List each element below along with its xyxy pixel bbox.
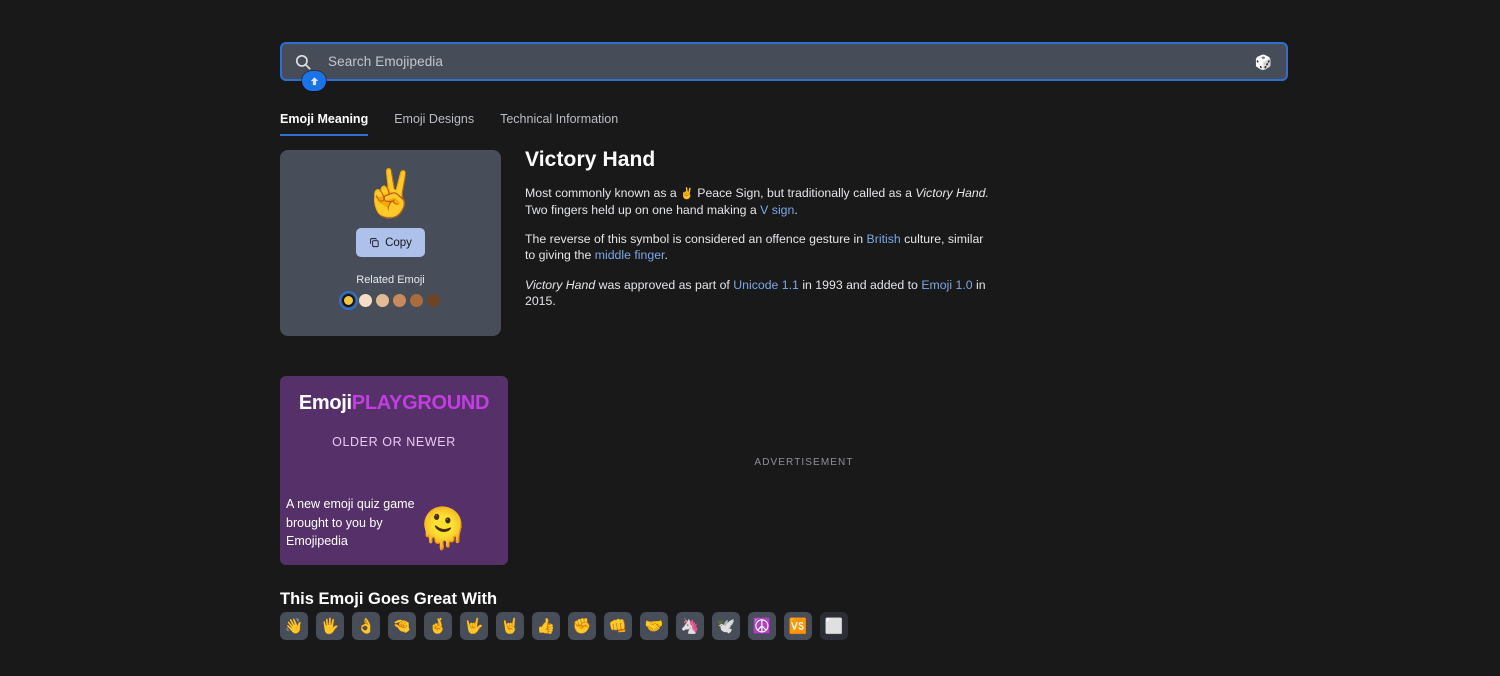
- copy-button[interactable]: Copy: [356, 228, 425, 257]
- inline-victory-hand-emoji: ✌️: [680, 188, 694, 200]
- skin-tone-swatch-light[interactable]: [358, 294, 372, 307]
- dove-emoji[interactable]: 🕊️: [712, 612, 740, 640]
- tab-bar: Emoji Meaning Emoji Designs Technical In…: [280, 110, 644, 136]
- article-paragraph-1: Most commonly known as a ✌️ Peace Sign, …: [525, 185, 995, 218]
- para3-text-b: in 1993 and added to: [798, 277, 922, 292]
- playground-body: A new emoji quiz game brought to you by …: [286, 495, 502, 551]
- victory-hand-emoji: ✌️: [361, 167, 420, 219]
- playground-logo-playground: PLAYGROUND: [351, 392, 490, 414]
- link-v-sign[interactable]: V sign: [760, 203, 794, 217]
- para1-text-b: Peace Sign, but traditionally called as …: [693, 186, 916, 200]
- para1-text-c: Two fingers held up on one hand making a: [525, 202, 761, 217]
- search-bar[interactable]: 🎲: [280, 42, 1288, 81]
- para3-text-a: was approved as part of: [595, 277, 734, 292]
- para2-text-a: The reverse of this symbol is considered…: [525, 231, 867, 246]
- tab-emoji-designs[interactable]: Emoji Designs: [394, 110, 474, 136]
- copy-button-label: Copy: [385, 236, 412, 249]
- copy-icon: [369, 237, 380, 248]
- skin-tone-swatch-medium-dark[interactable]: [409, 294, 423, 307]
- emoji-playground-banner[interactable]: EmojiPLAYGROUND OLDER OR NEWER A new emo…: [280, 376, 508, 565]
- para1-text-d: .: [794, 202, 798, 217]
- skin-tone-swatch-dark[interactable]: [426, 294, 440, 307]
- search-input[interactable]: [326, 53, 1255, 70]
- goes-great-with-row: 👋 🖐️ 👌 🤏 🤞 🤟 🤘 👍 ✊ 👊 🤝 🦄 🕊️ ☮️ 🆚 ⬜: [280, 612, 848, 640]
- para1-text-a: Most commonly known as a: [525, 186, 681, 200]
- goes-great-with-title: This Emoji Goes Great With: [280, 590, 498, 608]
- link-unicode-1-1[interactable]: Unicode 1.1: [733, 278, 799, 292]
- playground-art-icon: 🫠: [418, 507, 468, 551]
- tab-technical-information[interactable]: Technical Information: [500, 110, 618, 136]
- pinching-hand-emoji[interactable]: 🤏: [388, 612, 416, 640]
- love-you-gesture-emoji[interactable]: 🤟: [460, 612, 488, 640]
- handshake-emoji[interactable]: 🤝: [640, 612, 668, 640]
- para2-text-c: .: [664, 248, 668, 263]
- skin-tone-swatch-default[interactable]: [338, 291, 358, 310]
- playground-logo-emoji: Emoji: [298, 392, 352, 414]
- playground-description: A new emoji quiz game brought to you by …: [286, 496, 415, 549]
- link-emoji-1-0[interactable]: Emoji 1.0: [921, 278, 972, 292]
- raised-fist-emoji[interactable]: ✊: [568, 612, 596, 640]
- article-paragraph-2: The reverse of this symbol is considered…: [525, 231, 995, 264]
- vs-button-emoji[interactable]: 🆚: [784, 612, 812, 640]
- dice-icon[interactable]: 🎲: [1255, 55, 1272, 69]
- skin-tone-swatch-medium-light[interactable]: [375, 294, 389, 307]
- shift-arrow-icon: [302, 71, 326, 91]
- thumbs-up-emoji[interactable]: 👍: [532, 612, 560, 640]
- playground-logo: EmojiPLAYGROUND: [280, 392, 508, 415]
- crossed-fingers-emoji[interactable]: 🤞: [424, 612, 452, 640]
- peace-symbol-emoji[interactable]: ☮️: [748, 612, 776, 640]
- sign-of-the-horns-emoji[interactable]: 🤘: [496, 612, 524, 640]
- article-paragraph-3: Victory Hand was approved as part of Uni…: [525, 277, 995, 310]
- unicorn-emoji[interactable]: 🦄: [676, 612, 704, 640]
- hand-with-fingers-splayed-emoji[interactable]: 🖐️: [316, 612, 344, 640]
- white-square-emoji[interactable]: ⬜: [820, 612, 848, 640]
- related-emoji-label: Related Emoji: [356, 274, 425, 286]
- playground-subtitle: OLDER OR NEWER: [332, 435, 456, 449]
- skin-tone-swatch-medium[interactable]: [392, 294, 406, 307]
- ok-hand-emoji[interactable]: 👌: [352, 612, 380, 640]
- para3-emphasis-victory-hand: Victory Hand: [525, 277, 596, 292]
- search-icon: [294, 53, 312, 71]
- advertisement-label: ADVERTISEMENT: [754, 457, 854, 468]
- oncoming-fist-emoji[interactable]: 👊: [604, 612, 632, 640]
- article: Victory Hand Most commonly known as a ✌️…: [525, 148, 995, 309]
- page-title: Victory Hand: [525, 148, 656, 171]
- skin-tone-swatches: [338, 291, 440, 310]
- tab-emoji-meaning[interactable]: Emoji Meaning: [280, 110, 369, 136]
- para1-emphasis-victory-hand: Victory Hand.: [915, 186, 989, 200]
- link-british[interactable]: British: [867, 232, 901, 246]
- emojipedia-page: 🎲 Emoji Meaning Emoji Designs Technical …: [0, 0, 1500, 676]
- link-middle-finger[interactable]: middle finger: [595, 248, 665, 262]
- waving-hand-emoji[interactable]: 👋: [280, 612, 308, 640]
- emoji-card: ✌️ Copy Related Emoji: [280, 150, 501, 336]
